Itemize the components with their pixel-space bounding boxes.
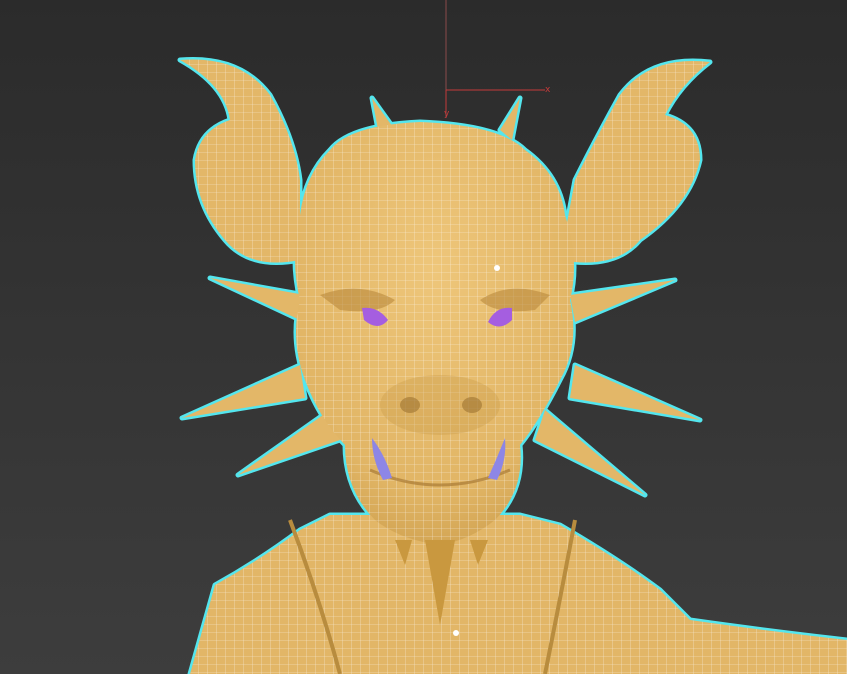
gizmo-x-label: x: [545, 85, 551, 95]
specular-highlight: [453, 630, 459, 636]
viewport-canvas[interactable]: x y: [0, 0, 847, 674]
specular-highlight: [494, 265, 500, 271]
gizmo-y-label: y: [444, 109, 450, 119]
3d-viewport[interactable]: x y: [0, 0, 847, 674]
